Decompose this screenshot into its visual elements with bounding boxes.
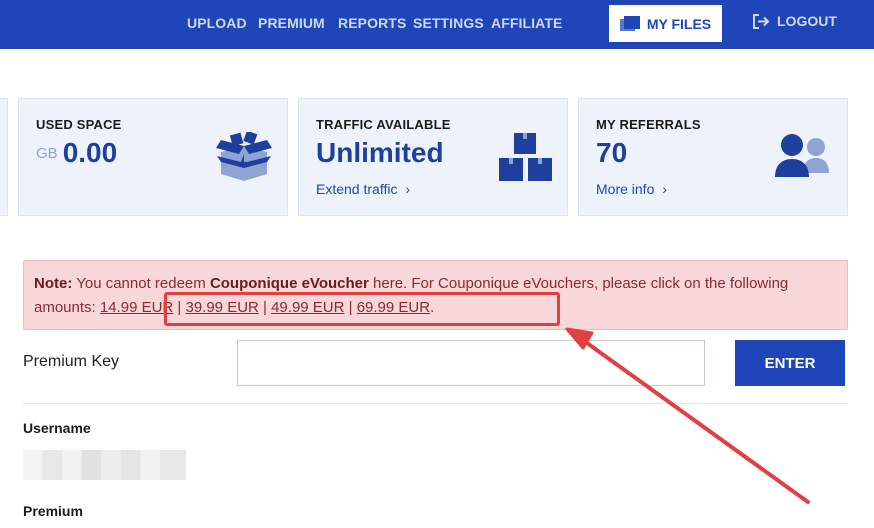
annotation-arrow [565,327,810,504]
